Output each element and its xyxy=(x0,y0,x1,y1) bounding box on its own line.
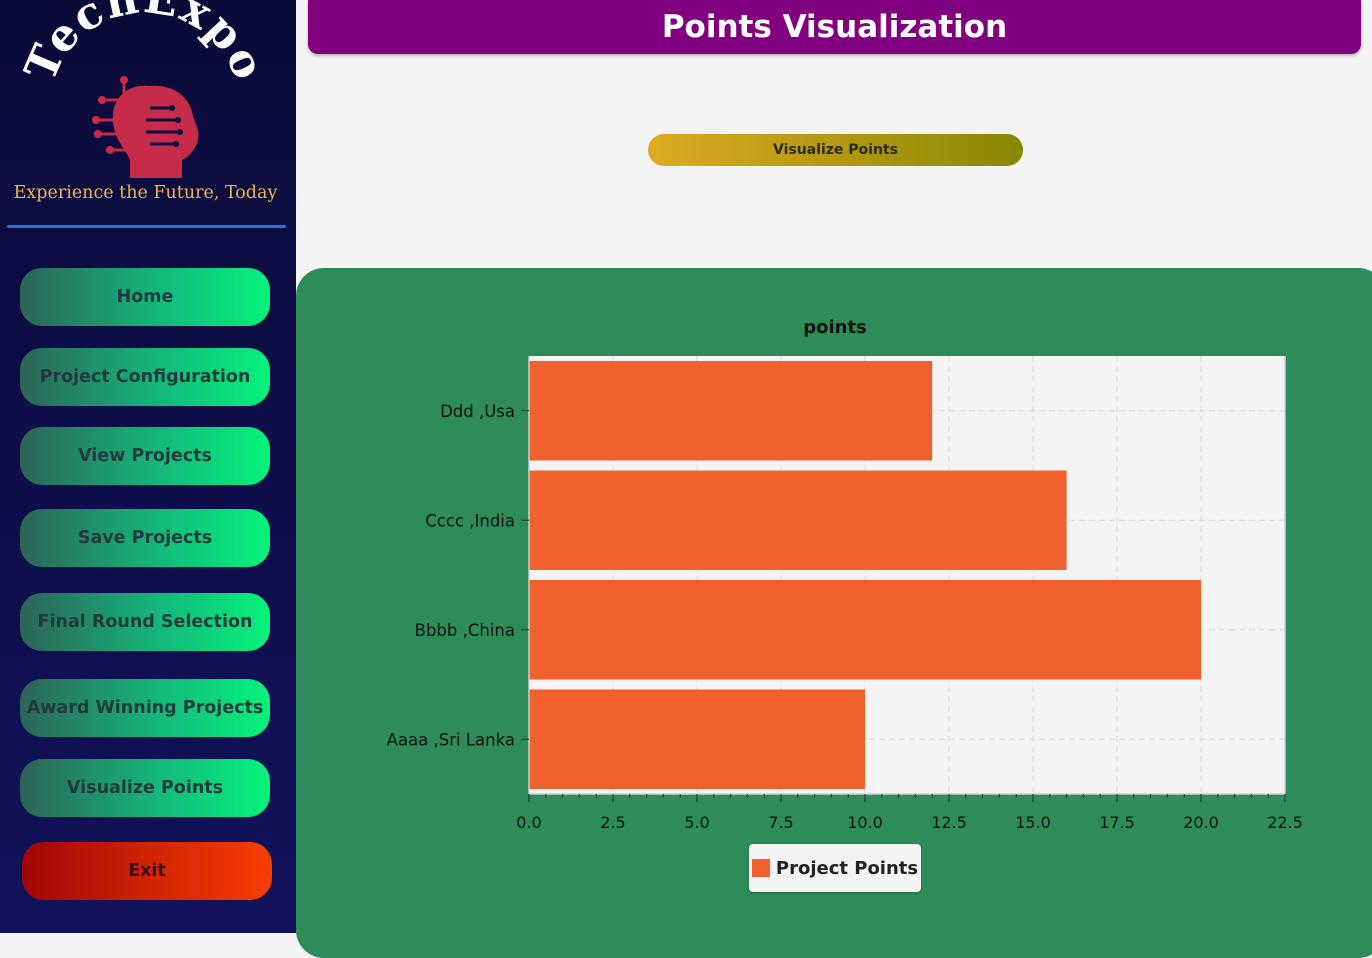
sidebar-divider xyxy=(7,225,286,228)
x-tick-label: 5.0 xyxy=(684,813,709,832)
bar xyxy=(529,580,1201,680)
x-tick-label: 12.5 xyxy=(931,813,967,832)
visualize-points-button[interactable]: Visualize Points xyxy=(648,134,1023,166)
x-tick-label: 15.0 xyxy=(1015,813,1051,832)
award-winning-projects-button[interactable]: Award Winning Projects xyxy=(20,679,270,737)
y-tick-label: Ddd ,Usa xyxy=(440,402,515,421)
x-tick-label: 22.5 xyxy=(1267,813,1303,832)
svg-text:TechExpo: TechExpo xyxy=(15,0,275,88)
sidebar: TechExpo Experience the Future, Today Ho… xyxy=(0,0,296,933)
exit-button[interactable]: Exit xyxy=(22,842,272,900)
chart-legend: Project Points xyxy=(749,844,921,892)
x-tick-label: 10.0 xyxy=(847,813,883,832)
points-bar-chart: points 0.0 2.5 5.0 7.5 10.0 12.5 15.0 17.5 20.0 2… xyxy=(387,317,1303,832)
x-tick-label: 20.0 xyxy=(1183,813,1219,832)
y-tick-label: Aaaa ,Sri Lanka xyxy=(387,730,515,749)
x-tick-label: 2.5 xyxy=(600,813,625,832)
view-projects-button[interactable]: View Projects xyxy=(20,427,270,485)
page-title: Points Visualization xyxy=(308,0,1361,54)
home-button[interactable]: Home xyxy=(20,268,270,326)
tagline: Experience the Future, Today xyxy=(13,183,278,203)
chart-title: points xyxy=(803,317,867,338)
visualize-points-nav-button[interactable]: Visualize Points xyxy=(20,759,270,817)
legend-swatch xyxy=(751,859,770,877)
final-round-selection-button[interactable]: Final Round Selection xyxy=(20,593,270,651)
x-tick-label: 17.5 xyxy=(1099,813,1135,832)
bar xyxy=(529,361,933,461)
project-configuration-button[interactable]: Project Configuration xyxy=(20,348,270,406)
x-tick-label: 7.5 xyxy=(768,813,793,832)
bar xyxy=(529,689,865,789)
bar xyxy=(529,470,1067,570)
y-tick-label: Bbbb ,China xyxy=(415,621,515,640)
x-tick-label: 0.0 xyxy=(516,813,541,832)
legend-label: Project Points xyxy=(775,857,919,879)
save-projects-button[interactable]: Save Projects xyxy=(20,509,270,567)
y-tick-label: Cccc ,India xyxy=(425,511,515,530)
